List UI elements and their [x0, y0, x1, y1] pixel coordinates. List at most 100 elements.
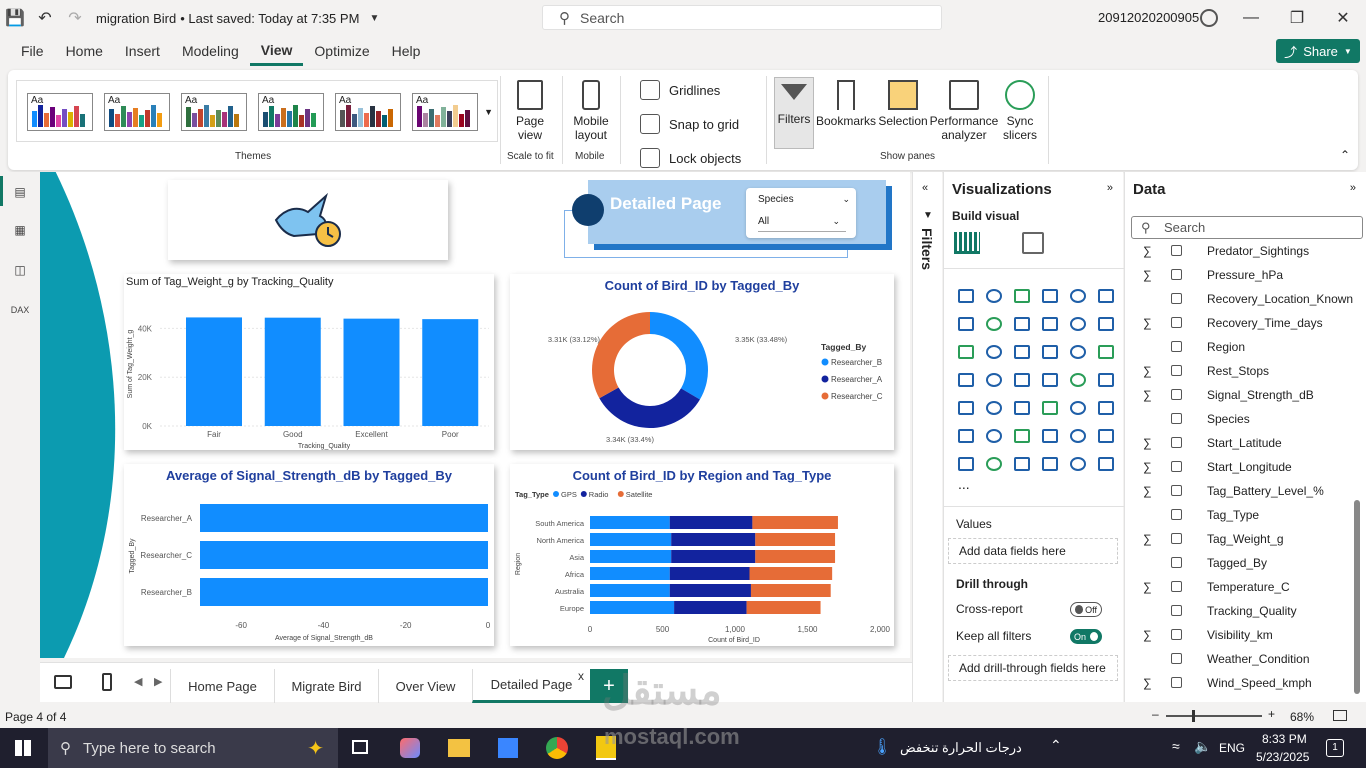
- theme-2[interactable]: Aa: [104, 93, 170, 131]
- visual-type-icon[interactable]: [1064, 394, 1092, 422]
- field-checkbox[interactable]: [1171, 245, 1182, 256]
- visual-type-icon[interactable]: [980, 310, 1008, 338]
- field-checkbox[interactable]: [1171, 461, 1182, 472]
- visual-type-icon[interactable]: [952, 338, 980, 366]
- close-tab-icon[interactable]: x: [578, 669, 584, 683]
- field-item[interactable]: ∑ Recovery_Time_days: [1143, 316, 1323, 330]
- menu-optimize[interactable]: Optimize: [303, 36, 380, 66]
- tab-detailed-page[interactable]: Detailed Page x: [472, 669, 590, 703]
- field-item[interactable]: ∑ Visibility_km: [1143, 628, 1273, 642]
- field-checkbox[interactable]: [1171, 365, 1182, 376]
- visual-type-icon[interactable]: [952, 282, 980, 310]
- menu-home[interactable]: Home: [55, 36, 114, 66]
- field-checkbox[interactable]: [1171, 341, 1182, 352]
- theme-3[interactable]: Aa: [181, 93, 247, 131]
- species-slicer[interactable]: Species ⌄ All ⌄: [746, 188, 856, 238]
- zoom-out-icon[interactable]: –: [1152, 707, 1159, 721]
- visual-type-icon[interactable]: [1008, 422, 1036, 450]
- field-checkbox[interactable]: [1171, 653, 1182, 664]
- share-button[interactable]: ⤴ Share ▼: [1276, 39, 1360, 63]
- chrome-icon[interactable]: [546, 737, 568, 759]
- weather-text[interactable]: درجات الحرارة تنخفض: [900, 740, 1022, 756]
- filters-pane-collapsed[interactable]: « ▼ Filters: [912, 172, 942, 702]
- clock-time[interactable]: 8:33 PM: [1262, 732, 1307, 746]
- store-icon[interactable]: [498, 738, 518, 758]
- zoom-slider[interactable]: [1166, 715, 1262, 717]
- save-icon[interactable]: 💾: [0, 3, 30, 33]
- field-checkbox[interactable]: [1171, 485, 1182, 496]
- drill-through-well[interactable]: Add drill-through fields here: [948, 655, 1118, 681]
- visual-type-icon[interactable]: [1008, 366, 1036, 394]
- theme-1[interactable]: Aa: [27, 93, 93, 131]
- visual-type-icon[interactable]: [1036, 366, 1064, 394]
- language-indicator[interactable]: ENG: [1219, 741, 1245, 755]
- chart-region-tag-type[interactable]: Count of Bird_ID by Region and Tag_Type …: [510, 464, 894, 646]
- fit-page-icon[interactable]: [1333, 710, 1347, 721]
- visual-type-icon[interactable]: [1064, 422, 1092, 450]
- snap-to-grid-checkbox[interactable]: Snap to grid: [640, 114, 739, 134]
- field-item[interactable]: ∑ Start_Latitude: [1143, 436, 1282, 450]
- windows-start-icon[interactable]: [15, 740, 31, 756]
- visual-type-icon[interactable]: [1092, 450, 1120, 478]
- data-pane-scrollbar[interactable]: [1354, 500, 1360, 694]
- model-view-icon[interactable]: ◫: [10, 260, 30, 280]
- field-item[interactable]: ∑ Wind_Speed_kmph: [1143, 676, 1312, 690]
- page-view-button[interactable]: Page view: [508, 80, 552, 142]
- build-visual-icon[interactable]: [954, 232, 980, 254]
- copilot-icon[interactable]: [400, 738, 420, 758]
- visual-type-icon[interactable]: [1064, 450, 1092, 478]
- slicer-dropdown[interactable]: All ⌄: [758, 216, 846, 232]
- next-page-icon[interactable]: ▶: [154, 675, 162, 688]
- bookmarks-button[interactable]: Bookmarks: [815, 80, 877, 128]
- field-item[interactable]: Weather_Condition: [1171, 652, 1310, 666]
- visual-type-icon[interactable]: [980, 450, 1008, 478]
- filters-button[interactable]: Filters: [774, 80, 814, 126]
- field-checkbox[interactable]: [1171, 437, 1182, 448]
- undo-icon[interactable]: ↶: [30, 3, 60, 33]
- chart-signal-strength[interactable]: Average of Signal_Strength_dB by Tagged_…: [124, 464, 494, 646]
- menu-insert[interactable]: Insert: [114, 36, 171, 66]
- visual-type-icon[interactable]: [1008, 338, 1036, 366]
- theme-6[interactable]: Aa: [412, 93, 478, 131]
- visual-type-icon[interactable]: [1036, 338, 1064, 366]
- chart-tagged-by-donut[interactable]: Count of Bird_ID by Tagged_By 3.35K (33.…: [510, 274, 894, 450]
- field-checkbox[interactable]: [1171, 413, 1182, 424]
- visual-type-icon[interactable]: [1008, 282, 1036, 310]
- chart-tag-weight[interactable]: Sum of Tag_Weight_g by Tracking_Quality …: [124, 274, 494, 450]
- visual-type-icon[interactable]: [1036, 450, 1064, 478]
- cross-report-toggle[interactable]: Off: [1070, 602, 1102, 617]
- visual-type-icon[interactable]: [1036, 422, 1064, 450]
- file-explorer-icon[interactable]: [448, 739, 470, 757]
- field-item[interactable]: Region: [1171, 340, 1245, 354]
- prev-page-icon[interactable]: ◀: [134, 675, 142, 688]
- field-checkbox[interactable]: [1171, 269, 1182, 280]
- field-checkbox[interactable]: [1171, 581, 1182, 592]
- taskbar-search[interactable]: ⚲ Type here to search ✦: [48, 728, 338, 768]
- menu-file[interactable]: File: [10, 36, 55, 66]
- chevron-left-icon[interactable]: «: [922, 182, 928, 194]
- visual-type-icon[interactable]: [1092, 394, 1120, 422]
- task-view-icon[interactable]: [352, 740, 368, 754]
- search-input[interactable]: ⚲ Search: [542, 5, 942, 30]
- avatar[interactable]: [1200, 9, 1218, 27]
- field-checkbox[interactable]: [1171, 389, 1182, 400]
- visual-type-icon[interactable]: [952, 310, 980, 338]
- field-checkbox[interactable]: [1171, 629, 1182, 640]
- performance-analyzer-button[interactable]: Performance analyzer: [928, 80, 1000, 142]
- keep-all-filters-toggle[interactable]: On: [1070, 629, 1102, 644]
- network-icon[interactable]: ≈: [1172, 738, 1180, 754]
- format-visual-icon[interactable]: [1022, 232, 1044, 254]
- visual-type-icon[interactable]: [1092, 366, 1120, 394]
- maximize-icon[interactable]: ❐: [1274, 0, 1320, 36]
- sync-slicers-button[interactable]: Sync slicers: [998, 80, 1042, 142]
- zoom-handle[interactable]: [1192, 710, 1195, 722]
- gridlines-checkbox[interactable]: Gridlines: [640, 80, 720, 100]
- theme-4[interactable]: Aa: [258, 93, 324, 131]
- report-view-icon[interactable]: ▤: [10, 182, 30, 202]
- chevron-down-icon[interactable]: ⌄: [842, 194, 850, 205]
- selection-button[interactable]: Selection: [876, 80, 930, 128]
- tab-home-page[interactable]: Home Page: [170, 669, 274, 703]
- field-item[interactable]: ∑ Temperature_C: [1143, 580, 1290, 594]
- field-item[interactable]: ∑ Start_Longitude: [1143, 460, 1292, 474]
- field-item[interactable]: ∑ Signal_Strength_dB: [1143, 388, 1314, 402]
